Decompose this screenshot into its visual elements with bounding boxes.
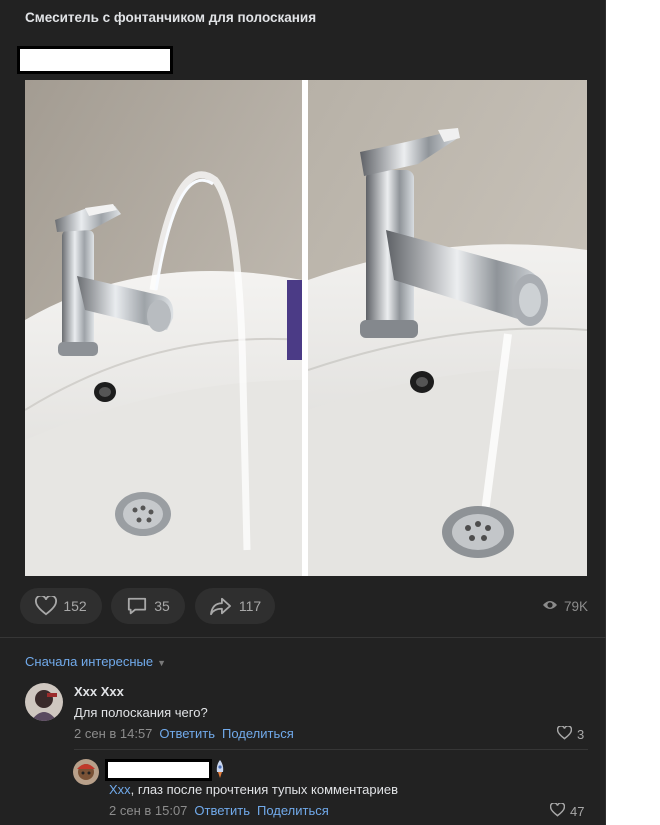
like-count: 152 [63, 598, 87, 614]
comment-like-count: 3 [577, 727, 585, 742]
share-count: 117 [238, 598, 262, 614]
comment-bubble-icon [126, 596, 148, 616]
chevron-down-icon: ▼ [157, 657, 167, 668]
rocket-icon [215, 759, 225, 784]
comment-meta: 2 сен в 14:57 Ответить Поделиться [74, 726, 294, 741]
eye-icon [542, 599, 558, 614]
section-divider [0, 637, 606, 638]
views-counter: 79K [542, 588, 588, 624]
heart-icon [35, 596, 58, 616]
reply-body: , глаз после прочтения тупых комментарие… [130, 782, 399, 797]
comment-button[interactable]: 35 [111, 588, 185, 624]
comment-like-button[interactable]: 47 [549, 802, 585, 820]
reply-text: Xxx, глаз после прочтения тупых коммента… [109, 782, 398, 797]
faucet-photo-right[interactable] [308, 80, 587, 576]
sort-label: Сначала интересные [25, 654, 154, 669]
views-count: 79K [563, 598, 588, 614]
comment-like-count: 47 [570, 804, 585, 819]
post-title: Смеситель с фонтанчиком для полоскания [25, 10, 317, 25]
heart-icon [556, 725, 573, 743]
avatar[interactable] [25, 683, 63, 721]
reply-button[interactable]: Ответить [194, 803, 250, 818]
mention-link[interactable]: Xxx [109, 782, 131, 797]
comment-like-button[interactable]: 3 [556, 725, 585, 743]
like-button[interactable]: 152 [20, 588, 102, 624]
redacted-author-block [17, 46, 173, 74]
share-comment-button[interactable]: Поделиться [222, 726, 294, 741]
comment-divider [74, 749, 588, 750]
comments-sort-dropdown[interactable]: Сначала интересные ▼ [25, 654, 166, 669]
comment-meta: 2 сен в 15:07 Ответить Поделиться [109, 803, 329, 818]
reply-button[interactable]: Ответить [159, 726, 215, 741]
comment-author[interactable]: Xxx Xxx [74, 684, 124, 699]
avatar[interactable] [73, 759, 99, 785]
post-actions: 152 35 117 79K [20, 588, 588, 624]
post-card: Смеситель с фонтанчиком для полоскания 1… [0, 0, 606, 825]
comment-text: Для полоскания чего? [74, 705, 208, 720]
heart-icon [549, 802, 566, 820]
redacted-author-name [105, 759, 212, 781]
share-button[interactable]: 117 [195, 588, 275, 624]
comment-count: 35 [154, 598, 170, 614]
post-photo[interactable] [25, 80, 587, 576]
faucet-photo-left[interactable] [25, 80, 302, 576]
comment-time[interactable]: 2 сен в 15:07 [109, 803, 187, 818]
comment-time[interactable]: 2 сен в 14:57 [74, 726, 152, 741]
share-comment-button[interactable]: Поделиться [257, 803, 329, 818]
share-arrow-icon [209, 596, 233, 616]
